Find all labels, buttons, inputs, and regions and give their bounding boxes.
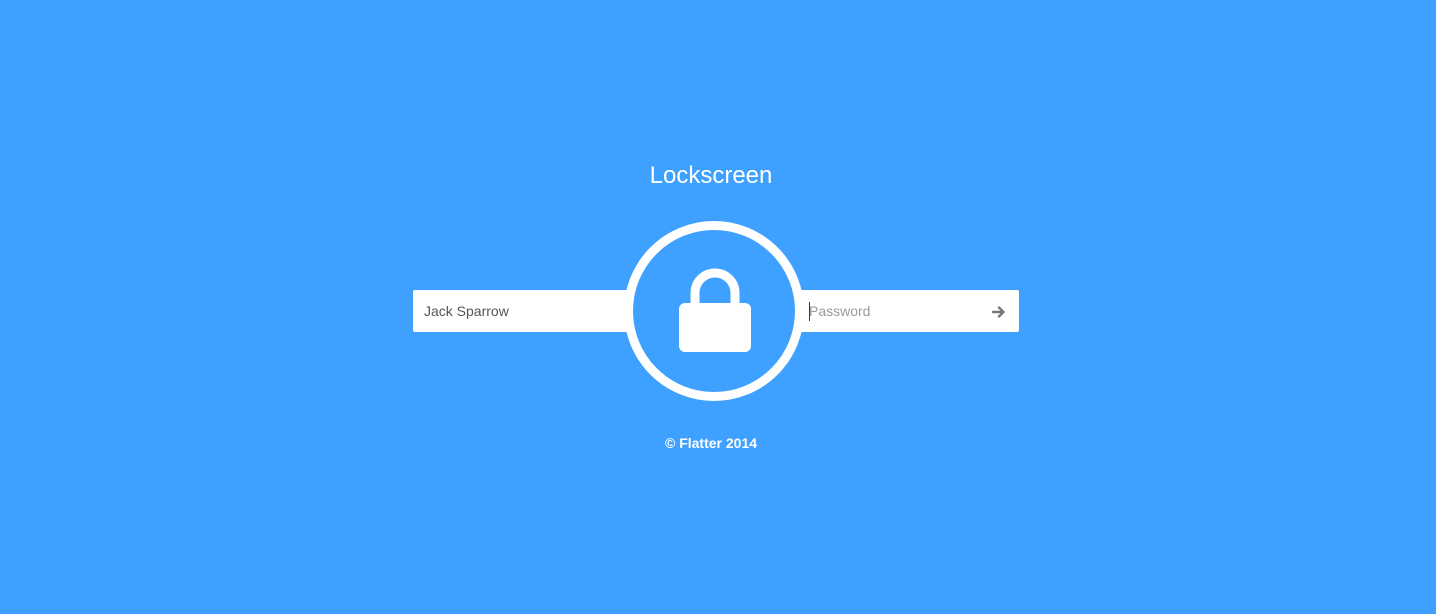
username-field-wrapper (413, 290, 633, 332)
copyright-footer: © Flatter 2014 (664, 435, 758, 451)
arrow-right-icon (992, 306, 1005, 318)
padlock-icon (679, 268, 751, 352)
password-input[interactable] (794, 290, 1019, 332)
username-input[interactable] (413, 290, 633, 332)
text-cursor (809, 302, 810, 321)
password-field-wrapper (794, 290, 1019, 332)
submit-button[interactable] (988, 301, 1010, 323)
page-title: Lockscreen (649, 162, 773, 189)
